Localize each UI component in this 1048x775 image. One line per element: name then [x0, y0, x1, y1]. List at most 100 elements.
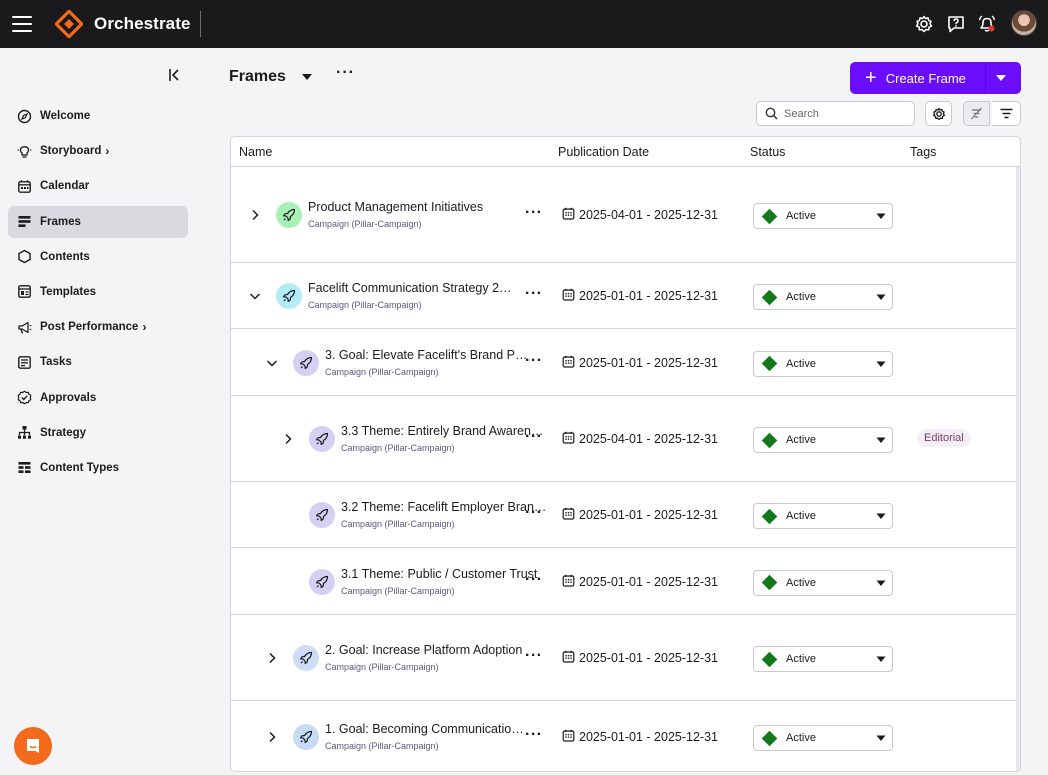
status-dropdown[interactable]: Active [753, 503, 893, 529]
chevron-right-icon[interactable] [281, 432, 295, 446]
status-diamond-icon [761, 730, 778, 746]
status-dropdown[interactable]: Active [753, 725, 893, 751]
status-value: Active [786, 576, 816, 589]
date-range: 2025-01-01 - 2025-12-31 [579, 651, 718, 665]
chevron-right-icon[interactable] [265, 651, 279, 665]
frame-name[interactable]: 2. Goal: Increase Platform Adoption [325, 643, 530, 657]
gear-icon[interactable] [913, 13, 935, 35]
table-settings-button[interactable] [925, 101, 952, 126]
frame-name[interactable]: 3.3 Theme: Entirely Brand Awaren… [341, 424, 551, 438]
frame-type: Campaign (Pillar-Campaign) [325, 366, 439, 377]
search-box[interactable] [756, 101, 915, 126]
sidebar-item-label: Frames [40, 215, 81, 228]
sidebar-item-contents[interactable]: Contents [8, 241, 188, 273]
frame-name[interactable]: 3.1 Theme: Public / Customer Trust [341, 567, 551, 581]
table-row[interactable]: 3.2 Theme: Facelift Employer Bran… Campai… [231, 482, 1020, 548]
sidebar-item-content-types[interactable]: Content Types [8, 452, 188, 484]
rocket-icon [276, 202, 302, 228]
status-dropdown[interactable]: Active [753, 569, 893, 596]
frame-name[interactable]: Product Management Initiatives [308, 200, 520, 214]
check-circle-icon [17, 390, 32, 405]
filter-button[interactable] [992, 101, 1021, 126]
status-dropdown[interactable]: Active [753, 427, 893, 453]
sidebar-item-post-performance[interactable]: Post Performance › [8, 311, 188, 343]
status-dropdown[interactable]: Active [753, 284, 893, 310]
sidebar-item-strategy[interactable]: Strategy [8, 417, 188, 449]
sidebar-item-welcome[interactable]: Welcome [8, 100, 188, 132]
frame-name[interactable]: 3.2 Theme: Facelift Employer Bran… [341, 500, 551, 514]
sidebar-item-label: Strategy [40, 426, 87, 439]
sidebar-item-label: Post Performance [40, 321, 139, 334]
publication-date: 2025-01-01 - 2025-12-31 [562, 355, 718, 371]
table-row[interactable]: 2. Goal: Increase Platform Adoption Campa… [231, 615, 1020, 701]
rocket-icon [309, 426, 335, 452]
publication-date: 2025-04-01 - 2025-12-31 [562, 431, 718, 447]
row-more-options-icon[interactable]: ··· [525, 352, 542, 368]
caret-down-icon[interactable] [300, 71, 314, 83]
sidebar-item-templates[interactable]: Templates [8, 276, 188, 308]
table-scrollbar[interactable] [1016, 167, 1020, 771]
column-header-status[interactable]: Status [750, 145, 785, 159]
frame-name[interactable]: 1. Goal: Becoming Communication… [325, 722, 530, 736]
chevron-right-icon[interactable] [248, 208, 262, 222]
bell-icon[interactable] [976, 13, 998, 35]
hamburger-icon[interactable] [12, 14, 32, 34]
sidebar-item-frames[interactable]: Frames [8, 205, 188, 238]
table-row[interactable]: 3.3 Theme: Entirely Brand Awaren… Campaig… [231, 396, 1020, 482]
clear-sort-button[interactable] [963, 101, 990, 126]
publication-date: 2025-01-01 - 2025-12-31 [562, 650, 718, 666]
brand-name: Orchestrate [94, 14, 191, 33]
row-more-options-icon[interactable]: ··· [525, 571, 542, 587]
sidebar-item-tasks[interactable]: Tasks [8, 346, 188, 378]
status-dropdown[interactable]: Active [753, 350, 893, 377]
column-header-tags[interactable]: Tags [910, 145, 936, 159]
row-more-options-icon[interactable]: ··· [525, 205, 542, 221]
status-dropdown[interactable]: Active [753, 646, 893, 672]
tag-badge[interactable]: Editorial [917, 429, 971, 447]
frame-name[interactable]: 3. Goal: Elevate Facelift's Brand P… [325, 348, 530, 362]
row-more-options-icon[interactable]: ··· [525, 727, 542, 743]
help-icon[interactable] [945, 13, 967, 35]
column-header-publication-date[interactable]: Publication Date [558, 145, 649, 159]
publication-date: 2025-01-01 - 2025-12-31 [562, 574, 718, 590]
date-range: 2025-04-01 - 2025-12-31 [579, 432, 718, 446]
collapse-sidebar-icon[interactable] [166, 66, 184, 84]
caret-down-icon [876, 656, 886, 662]
row-more-options-icon[interactable]: ··· [525, 286, 542, 302]
status-diamond-icon [761, 355, 778, 372]
status-diamond-icon [761, 432, 778, 448]
table-row[interactable]: 1. Goal: Becoming Communication… Campaign… [231, 701, 1020, 771]
caret-down-icon[interactable] [995, 74, 1007, 82]
orchestrate-logo[interactable] [55, 10, 83, 38]
frames-icon [18, 216, 31, 228]
chevron-down-icon[interactable] [265, 356, 279, 370]
sidebar-nav: Welcome Storyboard › Calendar Frames Con… [8, 100, 188, 487]
search-input[interactable] [784, 107, 904, 120]
row-more-options-icon[interactable]: ··· [525, 648, 542, 664]
sidebar-item-storyboard[interactable]: Storyboard › [8, 135, 188, 167]
create-frame-button[interactable]: + Create Frame [850, 62, 1021, 94]
status-value: Active [786, 510, 816, 522]
chevron-right-icon: › [142, 320, 147, 335]
more-options-icon[interactable]: ··· [336, 65, 356, 84]
calendar-icon [562, 207, 579, 223]
table-row[interactable]: 3. Goal: Elevate Facelift's Brand P… Camp… [231, 329, 1020, 396]
frame-name[interactable]: Facelift Communication Strategy 2… [308, 281, 520, 295]
chat-support-button[interactable] [14, 727, 52, 765]
table-row[interactable]: 3.1 Theme: Public / Customer Trust Campai… [231, 548, 1020, 615]
column-header-name[interactable]: Name [239, 145, 272, 159]
table-row[interactable]: Product Management Initiatives Campaign (… [231, 167, 1020, 263]
header-divider [200, 11, 201, 37]
row-more-options-icon[interactable]: ··· [525, 505, 542, 521]
chevron-down-icon[interactable] [248, 289, 262, 303]
row-more-options-icon[interactable]: ··· [525, 429, 542, 445]
table-row[interactable]: Facelift Communication Strategy 2… Campai… [231, 263, 1020, 329]
caret-down-icon [876, 513, 886, 519]
status-dropdown[interactable]: Active [753, 203, 893, 229]
user-avatar[interactable] [1011, 10, 1037, 36]
page-title: Frames [229, 68, 286, 85]
chevron-right-icon[interactable] [265, 730, 279, 744]
top-bar: Orchestrate [0, 0, 1048, 48]
sidebar-item-calendar[interactable]: Calendar [8, 170, 188, 202]
sidebar-item-approvals[interactable]: Approvals [8, 382, 188, 414]
